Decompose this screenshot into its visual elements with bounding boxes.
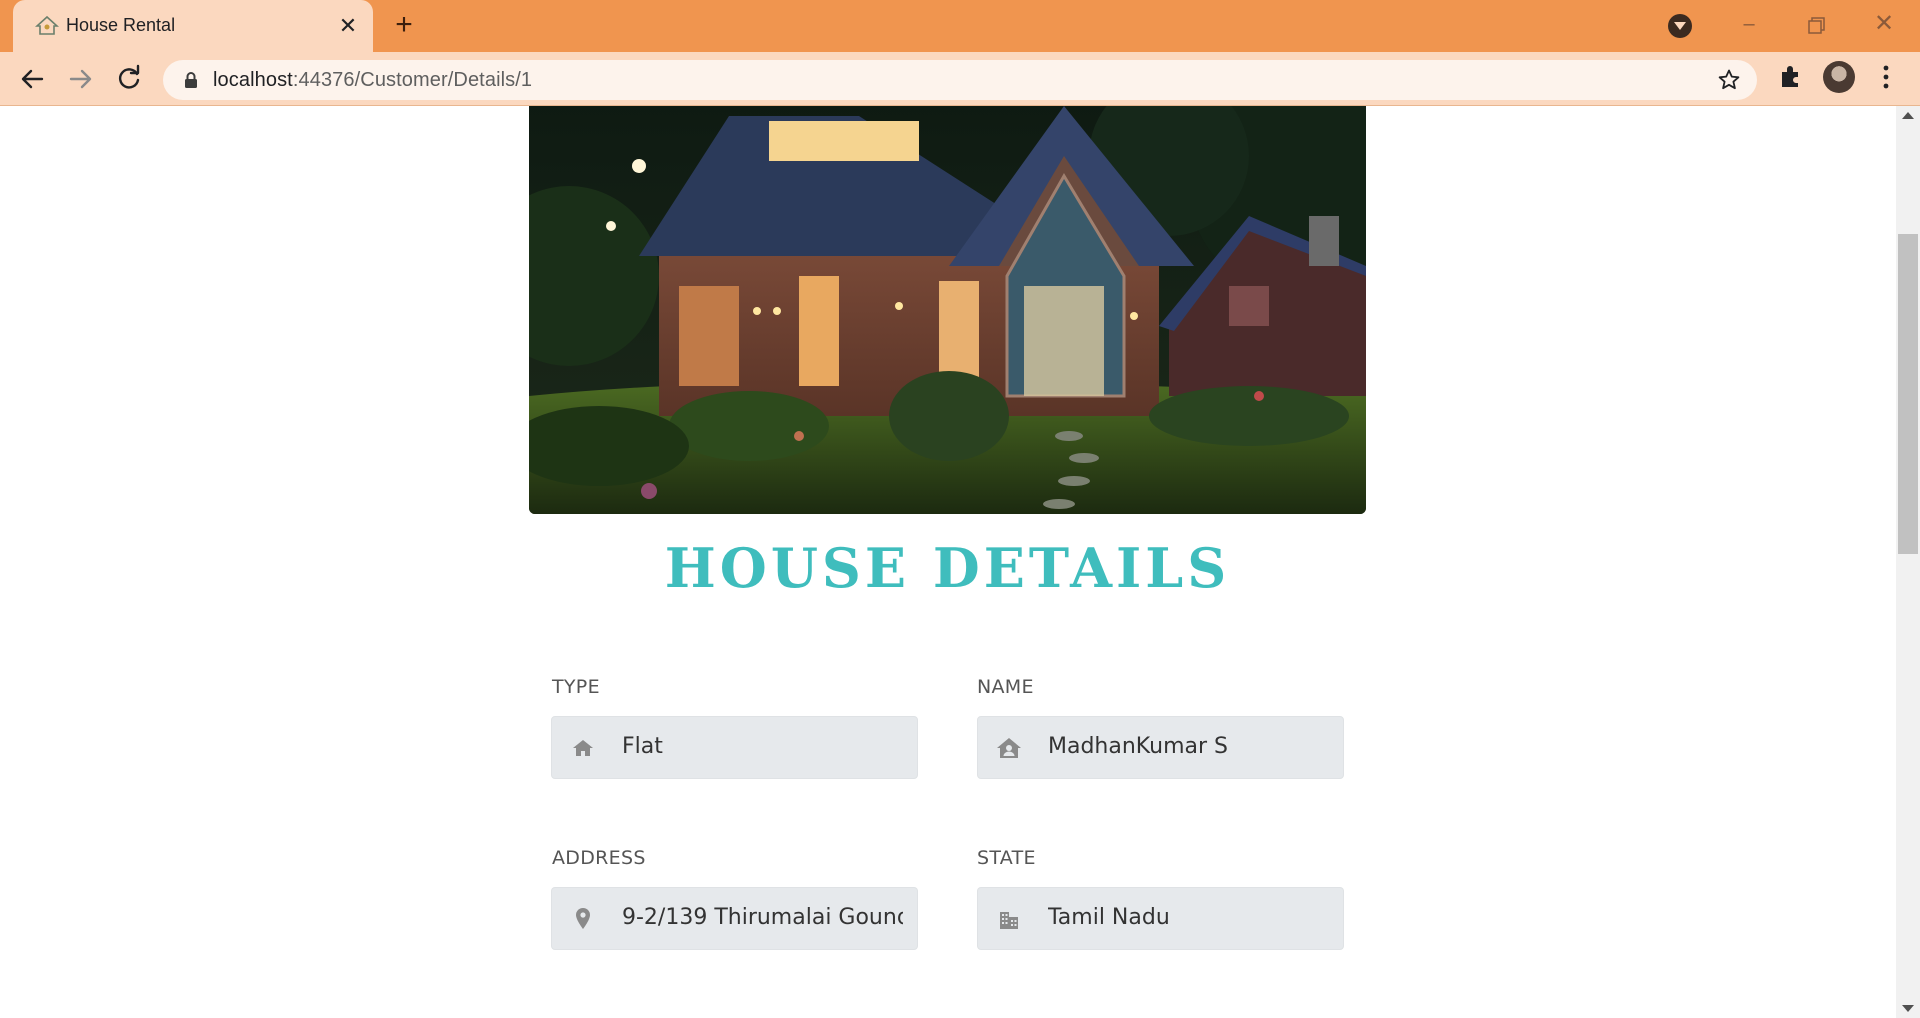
type-field[interactable]: Flat [551, 716, 918, 779]
back-arrow-icon[interactable] [16, 63, 48, 95]
scroll-up-arrow-icon[interactable] [1902, 112, 1914, 119]
restore-button[interactable] [1800, 10, 1832, 42]
new-tab-button[interactable]: + [388, 10, 420, 42]
tab-search-button[interactable] [1668, 14, 1692, 38]
tab-title: House Rental [66, 15, 176, 35]
house-favicon-icon [35, 15, 59, 35]
house-image [529, 106, 1366, 514]
page-viewport: HOUSE DETAILS TYPE Flat NAME MadhanKumar… [0, 106, 1896, 1018]
type-label: TYPE [552, 676, 600, 698]
state-value: Tamil Nadu [1048, 905, 1170, 930]
url-path: :44376/Customer/Details/1 [292, 69, 533, 91]
house-photo [529, 106, 1366, 514]
name-field[interactable]: MadhanKumar S [977, 716, 1344, 779]
page-scrollbar[interactable] [1896, 106, 1920, 1018]
type-value: Flat [622, 734, 663, 759]
close-tab-icon[interactable]: ✕ [334, 12, 362, 40]
scroll-thumb[interactable] [1898, 234, 1918, 554]
address-label: ADDRESS [552, 847, 646, 869]
bookmark-star-icon[interactable] [1717, 68, 1741, 92]
chevron-down-icon [1674, 22, 1686, 30]
home-icon [573, 740, 593, 756]
state-field[interactable]: Tamil Nadu [977, 887, 1344, 950]
address-field[interactable]: 9-2/139 Thirumalai Gounder Street [551, 887, 918, 950]
scroll-down-arrow-icon[interactable] [1902, 1005, 1914, 1012]
reload-icon[interactable] [113, 63, 145, 95]
address-value: 9-2/139 Thirumalai Gounder Street [622, 905, 903, 930]
browser-toolbar: localhost:44376/Customer/Details/1 [0, 52, 1920, 106]
browser-titlebar: House Rental ✕ + – ✕ [0, 0, 1920, 52]
lock-icon[interactable] [183, 71, 199, 89]
url-host: localhost [213, 69, 293, 91]
url-text[interactable]: localhost:44376/Customer/Details/1 [213, 69, 532, 92]
profile-avatar[interactable] [1823, 61, 1855, 93]
minimize-button[interactable]: – [1733, 10, 1765, 42]
extensions-puzzle-icon[interactable] [1778, 63, 1804, 89]
name-value: MadhanKumar S [1048, 734, 1228, 759]
more-menu-icon[interactable] [1876, 64, 1896, 90]
section-title: HOUSE DETAILS [664, 536, 1231, 600]
house-user-icon [997, 738, 1021, 758]
browser-tab[interactable]: House Rental ✕ [13, 0, 373, 52]
state-label: STATE [977, 847, 1036, 869]
building-icon [1000, 912, 1018, 929]
address-bar[interactable]: localhost:44376/Customer/Details/1 [163, 60, 1757, 100]
map-marker-icon [576, 908, 590, 929]
forward-arrow-icon[interactable] [65, 63, 97, 95]
window-close-button[interactable]: ✕ [1868, 8, 1900, 40]
name-label: NAME [977, 676, 1034, 698]
